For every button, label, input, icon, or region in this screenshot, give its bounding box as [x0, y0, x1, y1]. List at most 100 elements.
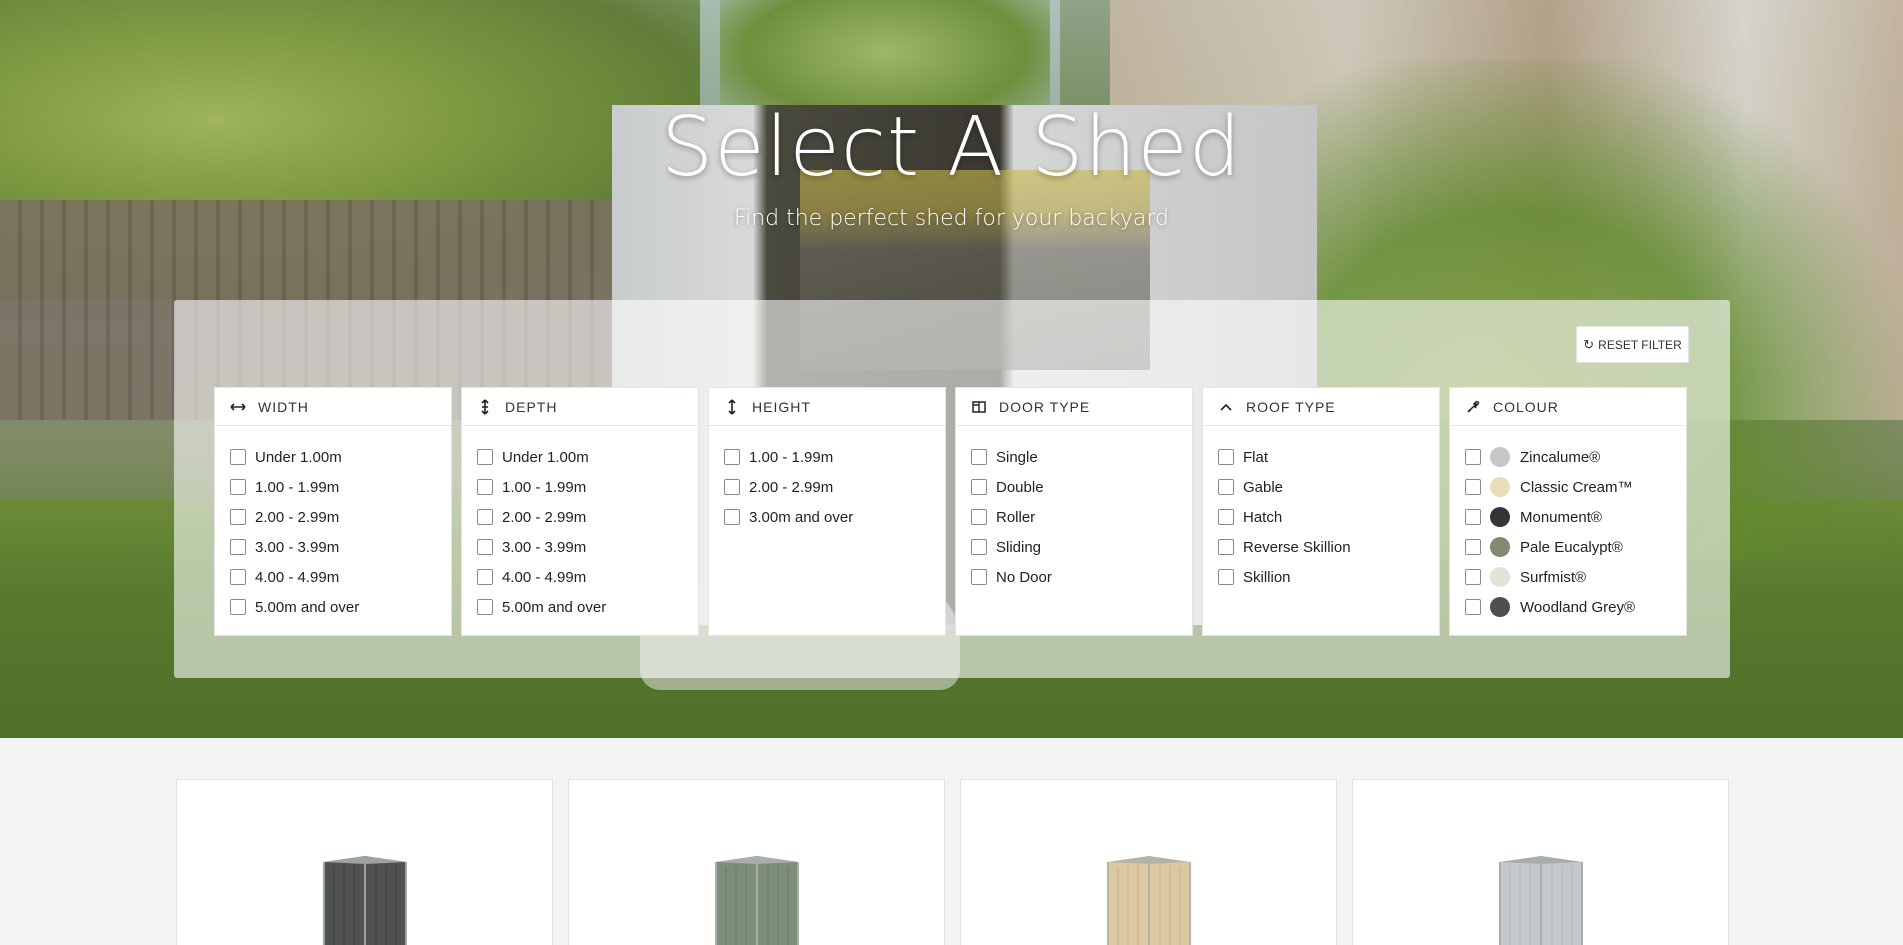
- checkbox[interactable]: [1218, 539, 1234, 555]
- filter-option-roof-type[interactable]: Skillion: [1218, 562, 1439, 592]
- checkbox[interactable]: [1465, 539, 1481, 555]
- filter-option-depth[interactable]: 1.00 - 1.99m: [477, 472, 698, 502]
- option-label: 2.00 - 2.99m: [502, 508, 587, 526]
- shed-image: [1106, 856, 1191, 945]
- checkbox[interactable]: [230, 449, 246, 465]
- filter-group-title: HEIGHT: [752, 398, 811, 415]
- filter-group-title: DOOR TYPE: [999, 398, 1091, 415]
- filter-option-width[interactable]: Under 1.00m: [230, 442, 451, 472]
- checkbox[interactable]: [477, 599, 493, 615]
- filter-option-depth[interactable]: 4.00 - 4.99m: [477, 562, 698, 592]
- filter-option-depth[interactable]: Under 1.00m: [477, 442, 698, 472]
- checkbox[interactable]: [971, 479, 987, 495]
- checkbox[interactable]: [724, 479, 740, 495]
- filter-option-width[interactable]: 2.00 - 2.99m: [230, 502, 451, 532]
- filter-option-door-type[interactable]: Double: [971, 472, 1192, 502]
- colour-swatch: [1490, 447, 1510, 467]
- filter-option-height[interactable]: 2.00 - 2.99m: [724, 472, 945, 502]
- product-card[interactable]: [1352, 779, 1729, 945]
- checkbox[interactable]: [477, 539, 493, 555]
- filter-group-colour: COLOUR Zincalume® Classic Cream™ Monumen…: [1449, 387, 1687, 636]
- page-subtitle: Find the perfect shed for your backyard: [734, 206, 1169, 231]
- filter-option-roof-type[interactable]: Gable: [1218, 472, 1439, 502]
- checkbox[interactable]: [1465, 449, 1481, 465]
- checkbox[interactable]: [971, 449, 987, 465]
- product-card[interactable]: [568, 779, 945, 945]
- filter-option-door-type[interactable]: Single: [971, 442, 1192, 472]
- filter-option-roof-type[interactable]: Hatch: [1218, 502, 1439, 532]
- checkbox[interactable]: [1218, 569, 1234, 585]
- checkbox[interactable]: [1465, 479, 1481, 495]
- checkbox[interactable]: [1218, 479, 1234, 495]
- checkbox[interactable]: [230, 539, 246, 555]
- shed-image: [322, 856, 407, 945]
- option-label: Double: [996, 478, 1044, 496]
- colour-swatch: [1490, 567, 1510, 587]
- colour-swatch: [1490, 477, 1510, 497]
- option-label: Under 1.00m: [502, 448, 589, 466]
- filter-option-roof-type[interactable]: Reverse Skillion: [1218, 532, 1439, 562]
- filter-group-title: WIDTH: [258, 398, 309, 415]
- checkbox[interactable]: [1465, 509, 1481, 525]
- filter-option-height[interactable]: 3.00m and over: [724, 502, 945, 532]
- checkbox[interactable]: [230, 569, 246, 585]
- colour-swatch: [1490, 597, 1510, 617]
- checkbox[interactable]: [477, 569, 493, 585]
- checkbox[interactable]: [971, 569, 987, 585]
- shed-image: [1498, 856, 1583, 945]
- filter-option-door-type[interactable]: Sliding: [971, 532, 1192, 562]
- option-label: 4.00 - 4.99m: [502, 568, 587, 586]
- filter-option-depth[interactable]: 3.00 - 3.99m: [477, 532, 698, 562]
- checkbox[interactable]: [1465, 599, 1481, 615]
- checkbox[interactable]: [230, 509, 246, 525]
- checkbox[interactable]: [1465, 569, 1481, 585]
- checkbox[interactable]: [971, 539, 987, 555]
- filter-option-width[interactable]: 4.00 - 4.99m: [230, 562, 451, 592]
- option-label: Sliding: [996, 538, 1042, 556]
- filter-option-roof-type[interactable]: Flat: [1218, 442, 1439, 472]
- filter-option-width[interactable]: 1.00 - 1.99m: [230, 472, 451, 502]
- checkbox[interactable]: [477, 449, 493, 465]
- filter-option-colour[interactable]: Zincalume®: [1465, 442, 1686, 472]
- filter-group-roof-type: ROOF TYPE Flat Gable Hatch Reverse Skill…: [1202, 387, 1440, 636]
- option-label: Roller: [996, 508, 1036, 526]
- filter-group-title: COLOUR: [1493, 398, 1559, 415]
- filter-option-door-type[interactable]: No Door: [971, 562, 1192, 592]
- checkbox[interactable]: [1218, 509, 1234, 525]
- filter-option-door-type[interactable]: Roller: [971, 502, 1192, 532]
- hero-banner: Select A Shed Find the perfect shed for …: [0, 0, 1903, 738]
- filter-option-depth[interactable]: 5.00m and over: [477, 592, 698, 622]
- filter-group-height: HEIGHT 1.00 - 1.99m 2.00 - 2.99m 3.00m a…: [708, 387, 946, 636]
- page-title: Select A Shed: [661, 100, 1242, 195]
- roof-chevron-icon: [1218, 402, 1234, 412]
- filter-option-height[interactable]: 1.00 - 1.99m: [724, 442, 945, 472]
- filter-option-width[interactable]: 3.00 - 3.99m: [230, 532, 451, 562]
- filter-option-colour[interactable]: Surfmist®: [1465, 562, 1686, 592]
- filter-option-colour[interactable]: Woodland Grey®: [1465, 592, 1686, 622]
- arrows-horizontal-icon: [230, 402, 246, 412]
- checkbox[interactable]: [230, 599, 246, 615]
- reset-filter-button[interactable]: ↻ RESET FILTER: [1576, 326, 1689, 363]
- eyedropper-icon: [1465, 400, 1481, 414]
- option-label: 2.00 - 2.99m: [749, 478, 834, 496]
- filter-option-colour[interactable]: Monument®: [1465, 502, 1686, 532]
- colour-swatch: [1490, 537, 1510, 557]
- filter-option-colour[interactable]: Classic Cream™: [1465, 472, 1686, 502]
- product-card[interactable]: [176, 779, 553, 945]
- checkbox[interactable]: [477, 479, 493, 495]
- product-card[interactable]: [960, 779, 1337, 945]
- option-label: Skillion: [1243, 568, 1291, 586]
- checkbox[interactable]: [724, 509, 740, 525]
- option-label: 5.00m and over: [255, 598, 360, 616]
- filter-panel: ↻ RESET FILTER WIDTH Under 1.00m 1.00 - …: [174, 300, 1730, 678]
- filter-option-colour[interactable]: Pale Eucalypt®: [1465, 532, 1686, 562]
- refresh-icon: ↻: [1583, 336, 1595, 352]
- filter-option-width[interactable]: 5.00m and over: [230, 592, 451, 622]
- filter-group-title: ROOF TYPE: [1246, 398, 1336, 415]
- checkbox[interactable]: [230, 479, 246, 495]
- checkbox[interactable]: [477, 509, 493, 525]
- checkbox[interactable]: [971, 509, 987, 525]
- checkbox[interactable]: [1218, 449, 1234, 465]
- filter-option-depth[interactable]: 2.00 - 2.99m: [477, 502, 698, 532]
- checkbox[interactable]: [724, 449, 740, 465]
